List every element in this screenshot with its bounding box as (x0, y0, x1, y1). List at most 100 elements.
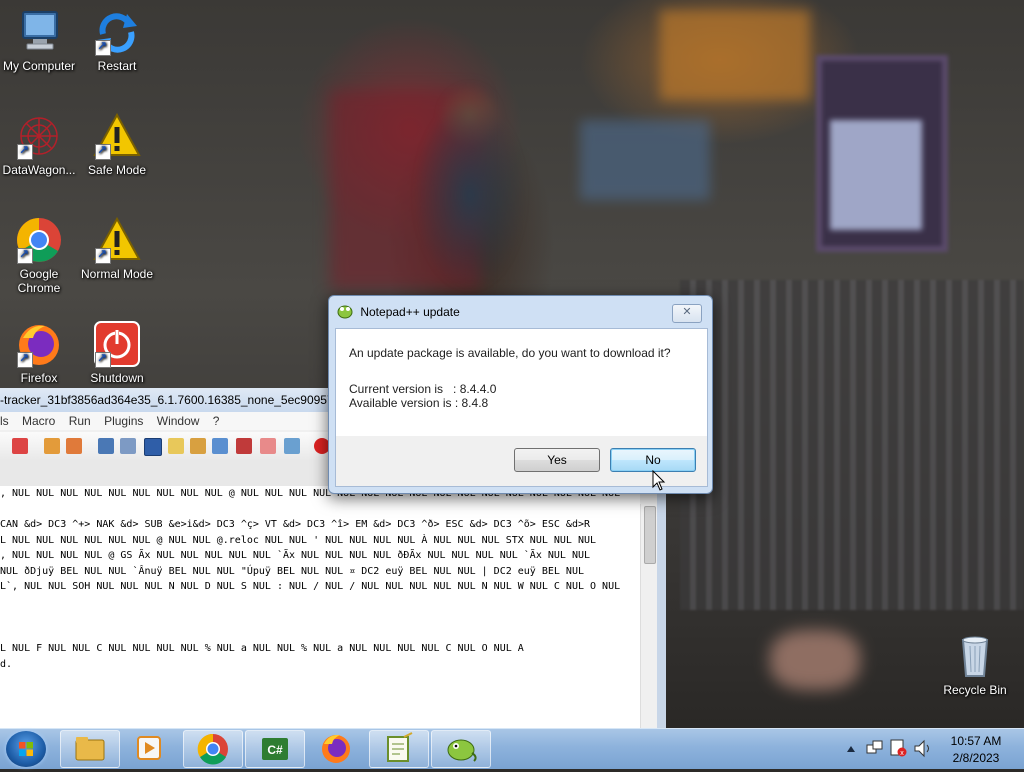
taskbar-csharp-editor[interactable]: C# (245, 730, 305, 768)
firefox-icon (15, 320, 63, 368)
current-version-value: : 8.4.4.0 (453, 382, 497, 396)
shortcut-arrow-icon (95, 247, 111, 264)
toolbar-icon[interactable] (66, 438, 82, 454)
chameleon-icon (447, 739, 477, 762)
indent-guide-icon[interactable] (144, 438, 162, 456)
wallpaper-radiator (680, 280, 1024, 610)
shortcut-arrow-icon (17, 143, 33, 160)
clock-time[interactable]: 10:57 AM (940, 734, 1012, 748)
wallpaper-sign-panel (830, 120, 922, 230)
menu-item-window[interactable]: Window (157, 414, 200, 428)
desktop-icon-label: DataWagon... (2, 163, 76, 177)
desktop-icon-datawagon[interactable]: DataWagon... (0, 112, 78, 177)
shortcut-arrow-icon (17, 247, 33, 264)
notepad-icon (387, 732, 413, 762)
taskbar-notepad-plus-plus[interactable] (369, 730, 429, 768)
desktop-icon-label: Shutdown (90, 371, 144, 385)
action-center-icon: x (890, 739, 907, 757)
power-icon (93, 320, 141, 368)
wallpaper-blur-orange (660, 10, 810, 100)
menu-item-plugins[interactable]: Plugins (104, 414, 143, 428)
taskbar: C# x 10:57 AM 2/8/2023 (0, 728, 1024, 769)
pilcrow-icon[interactable] (120, 438, 136, 454)
desktop-icon-label: Firefox (20, 371, 58, 385)
restart-icon (93, 8, 141, 56)
menu-item-tools[interactable]: ls (0, 414, 9, 428)
yes-button[interactable]: Yes (514, 448, 600, 472)
toolbar-icon[interactable] (44, 438, 60, 454)
wallpaper-person (380, 45, 560, 305)
desktop-icon-my-computer[interactable]: My Computer (0, 8, 78, 73)
taskbar-notepad-plus-plus-update[interactable] (431, 730, 491, 768)
datawagon-icon (15, 112, 63, 160)
desktop-icon-recycle-bin[interactable]: Recycle Bin (936, 632, 1014, 697)
menu-item-macro[interactable]: Macro (22, 414, 55, 428)
media-player-icon (137, 736, 161, 760)
wallpaper-hand (770, 630, 860, 690)
chrome-icon (15, 216, 63, 264)
desktop-icon-label: Restart (97, 59, 137, 73)
editor-line: L NUL NUL NUL NUL NUL NUL @ NUL NUL @.re… (0, 534, 597, 546)
desktop-icon-safe-mode[interactable]: Safe Mode (78, 112, 156, 177)
update-dialog[interactable]: Notepad++ update ✕ An update package is … (328, 295, 713, 494)
csharp-icon: C# (262, 738, 288, 760)
editor-line: CAN &d> DC3 ^+> NAK &d> SUB &e>i&d> DC3 … (0, 519, 591, 530)
shortcut-arrow-icon (95, 143, 111, 160)
current-version-label: Current version is (349, 382, 444, 396)
toolbar-icon[interactable] (260, 438, 276, 454)
warning-icon (93, 112, 141, 160)
windows-logo-icon (19, 742, 33, 756)
taskbar-explorer[interactable] (60, 730, 120, 768)
taskbar-firefox[interactable] (307, 730, 365, 766)
update-message: An update package is available, do you w… (349, 346, 671, 360)
toolbar-icon[interactable] (12, 438, 28, 454)
menu-item-help[interactable]: ? (213, 414, 220, 428)
desktop-icon-restart[interactable]: Restart (78, 8, 156, 73)
clock-date[interactable]: 2/8/2023 (940, 751, 1012, 765)
shortcut-arrow-icon (95, 39, 111, 56)
version-info: Current version is : 8.4.4.0 Available v… (349, 382, 496, 410)
recycle-bin-icon (951, 632, 999, 680)
shortcut-arrow-icon (95, 351, 111, 368)
desktop-icon-firefox[interactable]: Firefox (0, 320, 78, 385)
svg-text:x: x (900, 750, 904, 757)
wrap-icon[interactable] (98, 438, 114, 454)
editor-line: NUL ðDjuÿ BEL NUL NUL `Ânuÿ BEL NUL NUL … (0, 565, 584, 577)
taskbar-media-player[interactable] (120, 730, 178, 766)
desktop-icon-label: My Computer (2, 59, 76, 73)
taskbar-chrome[interactable] (183, 730, 243, 768)
show-hidden-icons-icon (847, 746, 855, 752)
dialog-title: Notepad++ update (360, 305, 460, 319)
menu-item-run[interactable]: Run (69, 414, 91, 428)
folder-icon (75, 737, 105, 761)
eye-icon[interactable] (284, 438, 300, 454)
toolbar-icon[interactable] (190, 438, 206, 454)
toolbar-icon[interactable] (236, 438, 252, 454)
editor-text-area[interactable]: , NUL NUL NUL NUL NUL NUL NUL NUL NUL @ … (0, 486, 640, 728)
scrollbar-thumb[interactable] (644, 506, 656, 564)
desktop-icon-label: Google Chrome (17, 267, 61, 295)
desktop-icon-normal-mode[interactable]: Normal Mode (78, 216, 156, 281)
start-button[interactable] (6, 731, 46, 767)
dialog-title-bar: Notepad++ update (337, 301, 460, 323)
editor-line: L NUL F NUL NUL C NUL NUL NUL NUL % NUL … (0, 643, 524, 654)
warning-icon (93, 216, 141, 264)
svg-text:C#: C# (267, 743, 283, 757)
desktop-icon-google-chrome[interactable]: Google Chrome (0, 216, 78, 295)
volume-icon (914, 739, 929, 758)
desktop-icon-shutdown[interactable]: Shutdown (78, 320, 156, 385)
shortcut-arrow-icon (17, 351, 33, 368)
toolbar-icon[interactable] (212, 438, 228, 454)
dialog-content: An update package is available, do you w… (335, 328, 708, 438)
editor-line: L`, NUL NUL SOH NUL NUL NUL N NUL D NUL … (0, 581, 621, 592)
network-icon (866, 740, 883, 754)
no-button[interactable]: No (610, 448, 696, 472)
firefox-icon (322, 734, 350, 763)
vertical-scrollbar[interactable] (640, 504, 658, 728)
desktop-icon-label: Normal Mode (80, 267, 154, 281)
toolbar-icon[interactable] (168, 438, 184, 454)
close-button[interactable]: ✕ (672, 304, 702, 323)
